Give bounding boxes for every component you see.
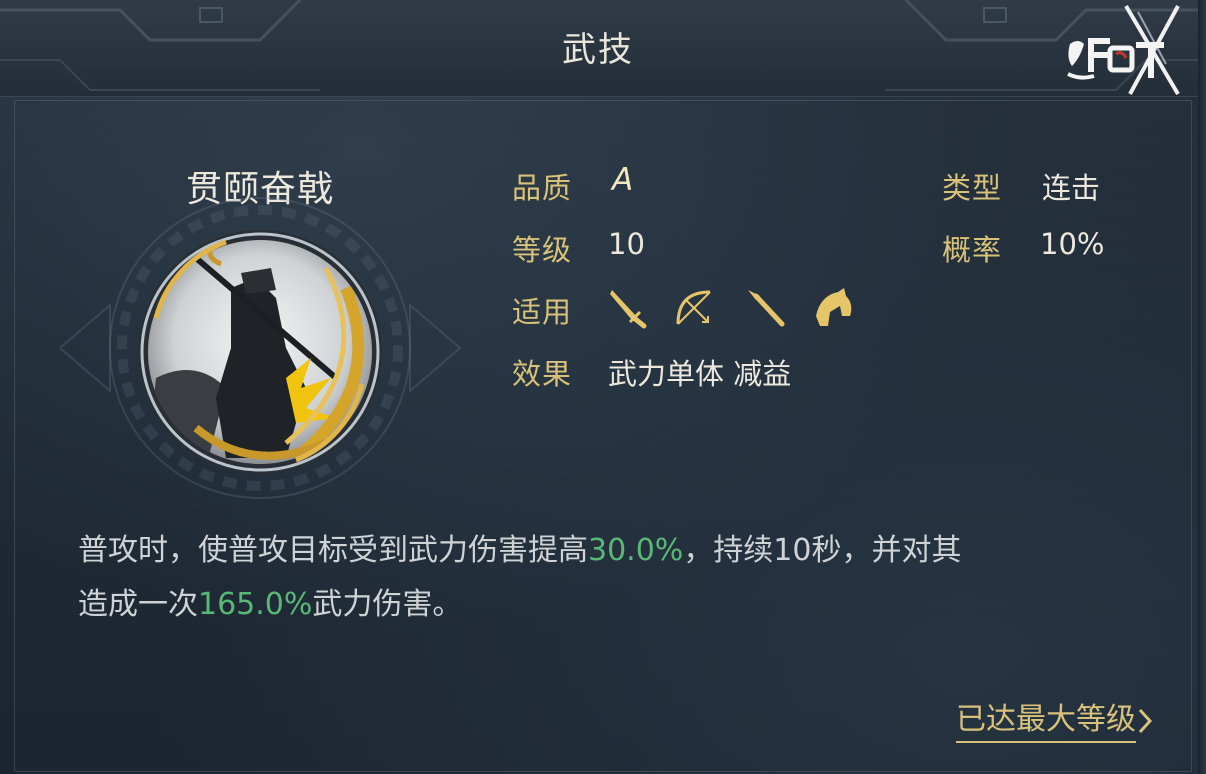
max-level-link[interactable]: 已达最大等级: [956, 700, 1136, 743]
chevron-right-icon[interactable]: [1136, 706, 1154, 736]
description-line-2: 造成一次165.0%武力伤害。: [78, 578, 1138, 632]
horse-icon: [816, 288, 852, 326]
spear-icon: [748, 290, 785, 327]
description-text: 普攻时，使普攻目标受到武力伤害提高: [78, 533, 588, 568]
edge-bar: [1198, 0, 1206, 774]
level-label: 等级: [512, 233, 573, 267]
level-value: 10: [608, 227, 645, 261]
quality-label: 品质: [512, 171, 573, 205]
type-value: 连击: [1042, 171, 1101, 205]
page-title: 武技: [562, 30, 634, 70]
chance-value: 10%: [1040, 227, 1105, 261]
bow-icon: [676, 290, 711, 325]
warrior-portrait-icon: [138, 230, 382, 474]
skill-description: 普攻时，使普攻目标受到武力伤害提高30.0%，持续10秒，并对其 造成一次165…: [78, 524, 1138, 632]
quality-value: A: [612, 162, 634, 198]
skill-detail-screen: 武技 贯颐奋戟 品质 A 等级 10 适用 效果 武力单体 减益 类型 连击 概…: [0, 0, 1206, 774]
effect-label: 效果: [512, 357, 573, 391]
chance-label: 概率: [942, 233, 1003, 267]
damage-increase-value: 30.0%: [588, 533, 684, 568]
description-text: 武力伤害。: [312, 587, 463, 622]
sword-icon: [610, 290, 647, 329]
description-line-1: 普攻时，使普攻目标受到武力伤害提高30.0%，持续10秒，并对其: [78, 524, 1138, 578]
damage-value: 165.0%: [198, 587, 313, 622]
game-logo-icon: [1067, 4, 1180, 96]
type-label: 类型: [942, 171, 1003, 205]
header-bar: 武技: [0, 0, 1206, 97]
effect-value: 武力单体 减益: [608, 357, 792, 391]
description-text: 造成一次: [78, 587, 198, 622]
applicable-label: 适用: [512, 295, 573, 329]
description-text: ，持续10秒，并对其: [683, 533, 962, 568]
